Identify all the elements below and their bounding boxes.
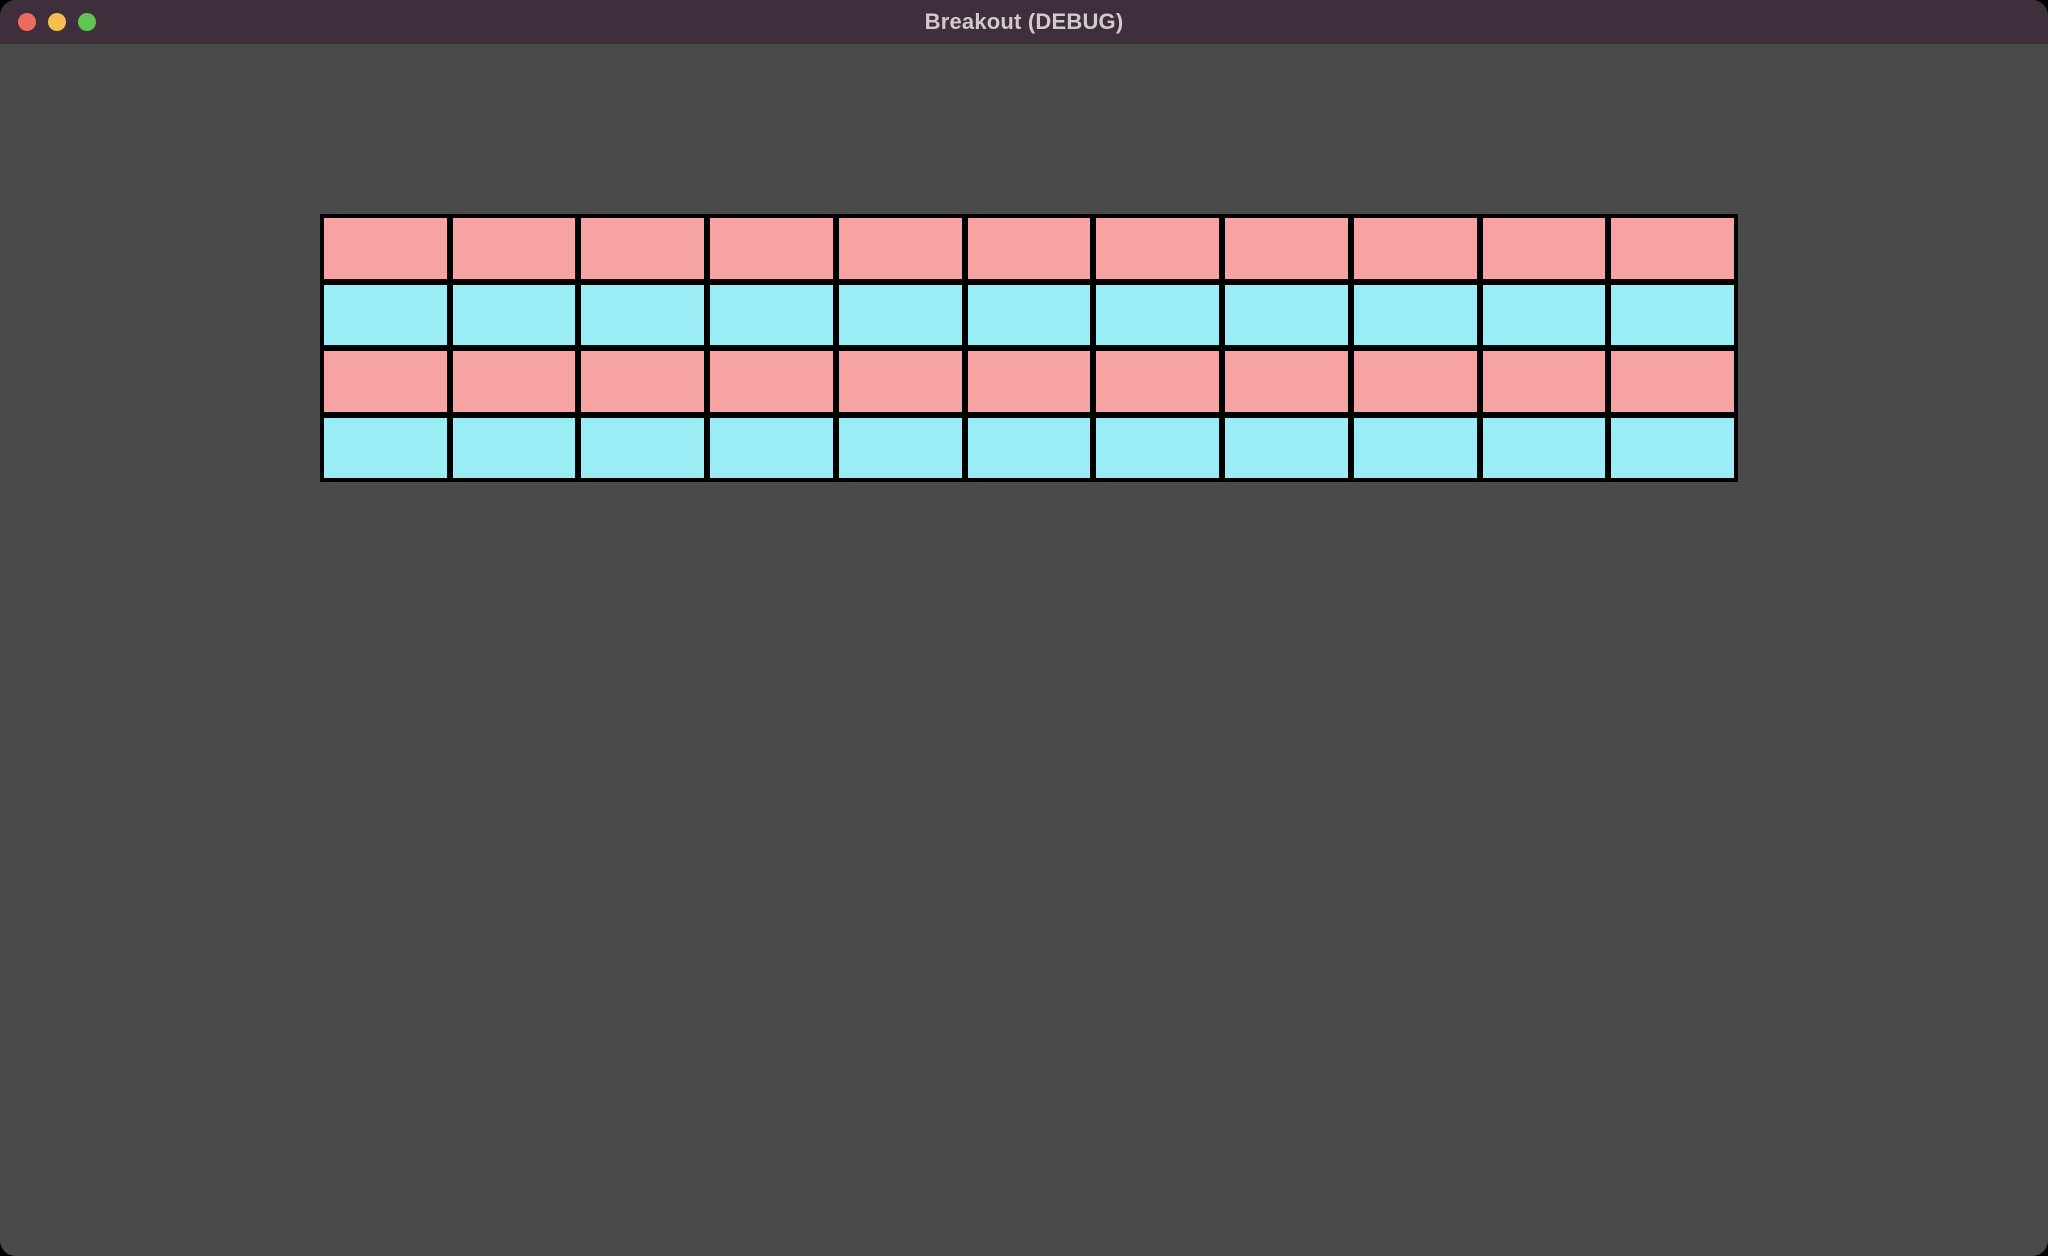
- brick: [1483, 218, 1606, 279]
- brick: [839, 218, 962, 279]
- brick: [839, 418, 962, 479]
- brick: [453, 285, 576, 346]
- brick: [1354, 285, 1477, 346]
- brick: [710, 418, 833, 479]
- brick: [1354, 418, 1477, 479]
- brick: [324, 418, 447, 479]
- brick: [1225, 218, 1348, 279]
- brick: [1096, 351, 1219, 412]
- brick: [1611, 218, 1734, 279]
- brick: [1096, 218, 1219, 279]
- brick: [581, 418, 704, 479]
- brick: [839, 285, 962, 346]
- brick: [839, 351, 962, 412]
- brick: [1225, 351, 1348, 412]
- brick: [324, 218, 447, 279]
- window-title: Breakout (DEBUG): [0, 0, 2048, 44]
- zoom-icon[interactable]: [78, 13, 96, 31]
- close-icon[interactable]: [18, 13, 36, 31]
- brick: [324, 351, 447, 412]
- brick: [1483, 351, 1606, 412]
- brick: [1483, 418, 1606, 479]
- brick: [968, 418, 1091, 479]
- brick: [710, 285, 833, 346]
- app-window: Breakout (DEBUG): [0, 0, 2048, 1256]
- brick: [1096, 285, 1219, 346]
- brick: [453, 418, 576, 479]
- brick: [1225, 418, 1348, 479]
- brick: [453, 351, 576, 412]
- brick-grid: [320, 214, 1738, 482]
- brick: [1611, 351, 1734, 412]
- brick: [581, 218, 704, 279]
- brick: [581, 351, 704, 412]
- titlebar[interactable]: Breakout (DEBUG): [0, 0, 2048, 44]
- minimize-icon[interactable]: [48, 13, 66, 31]
- brick: [1225, 285, 1348, 346]
- brick: [710, 218, 833, 279]
- window-controls: [18, 0, 96, 44]
- brick: [1483, 285, 1606, 346]
- brick: [1611, 285, 1734, 346]
- brick: [968, 285, 1091, 346]
- brick: [1354, 218, 1477, 279]
- brick: [968, 351, 1091, 412]
- brick: [1611, 418, 1734, 479]
- game-canvas[interactable]: [0, 44, 2048, 1256]
- brick: [581, 285, 704, 346]
- brick: [968, 218, 1091, 279]
- brick: [453, 218, 576, 279]
- brick: [324, 285, 447, 346]
- brick: [710, 351, 833, 412]
- brick: [1354, 351, 1477, 412]
- brick: [1096, 418, 1219, 479]
